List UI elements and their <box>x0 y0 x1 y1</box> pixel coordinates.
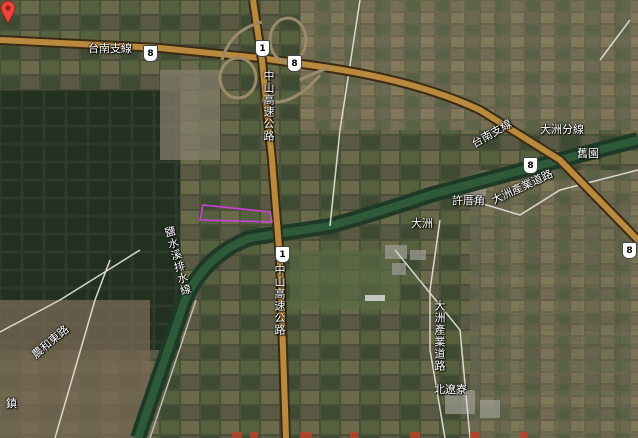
label-jiuyuan: 舊園 <box>577 147 599 160</box>
route-8-shield-icon-2: 8 <box>287 55 302 72</box>
label-dazhou: 大洲 <box>411 217 433 230</box>
map-imagery <box>0 0 638 438</box>
label-dazhou-industrial-south: 大洲產業道路 <box>433 300 446 372</box>
label-corner-town: 鎮 <box>6 397 17 410</box>
freeway-1-shield-icon-mid: 1 <box>275 246 290 263</box>
label-tainan-branch: 台南支線 <box>88 42 132 55</box>
label-beiliaoliao: 北遼寮 <box>434 383 467 396</box>
route-8-shield-icon-3: 8 <box>523 157 538 174</box>
freeway-1-shield-icon: 1 <box>255 40 270 57</box>
satellite-map[interactable]: 1 1 8 8 8 8 台南支線 大洲分線 中山高速公路 中山高速公路 台南支線… <box>0 0 638 438</box>
bare-field <box>160 70 220 160</box>
location-pin-icon[interactable] <box>0 0 16 24</box>
label-xucuojiao: 許厝角 <box>452 194 485 207</box>
label-dazhou-branch: 大洲分線 <box>540 123 584 136</box>
label-zhongshan-freeway-north: 中山高速公路 <box>262 70 275 142</box>
route-8-shield-icon: 8 <box>143 45 158 62</box>
route-8-shield-icon-4: 8 <box>622 242 637 259</box>
label-zhongshan-freeway-south: 中山高速公路 <box>273 264 286 336</box>
